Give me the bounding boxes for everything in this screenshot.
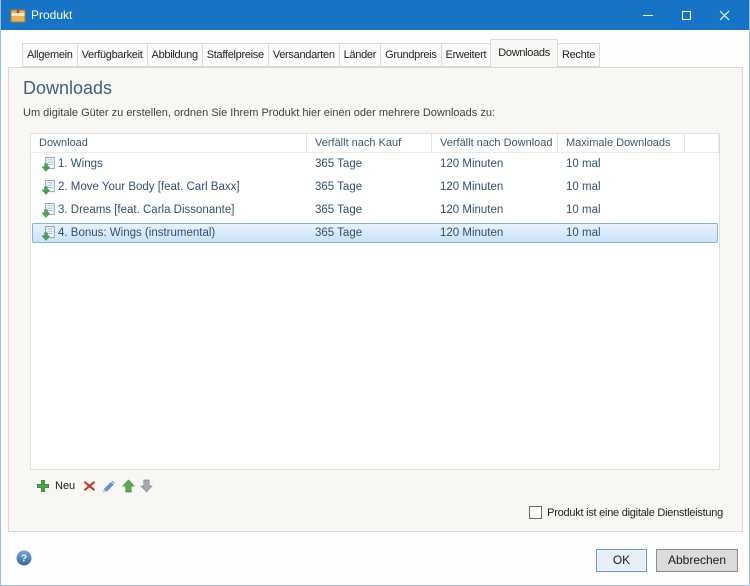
titlebar: Produkt <box>0 0 750 30</box>
download-file-icon <box>42 203 55 218</box>
tab-verfgbarkeit[interactable]: Verfügbarkeit <box>77 43 148 67</box>
maximize-button[interactable] <box>667 0 705 30</box>
list-toolbar: Neu <box>36 477 153 494</box>
download-file-icon <box>42 226 55 241</box>
tab-staffelpreise[interactable]: Staffelpreise <box>202 43 269 67</box>
digital-service-checkbox[interactable] <box>529 506 542 519</box>
tab-allgemein[interactable]: Allgemein <box>22 43 78 67</box>
tab-erweitert[interactable]: Erweitert <box>441 43 492 67</box>
svg-text:?: ? <box>21 554 27 565</box>
tab-versandarten[interactable]: Versandarten <box>268 43 340 67</box>
column-header-filler <box>685 134 719 153</box>
move-down-icon[interactable] <box>140 479 153 493</box>
cancel-button[interactable]: Abbrechen <box>656 549 738 572</box>
column-header-expires-after-purchase[interactable]: Verfällt nach Kauf <box>307 134 432 153</box>
column-header-expires-after-download[interactable]: Verfällt nach Download <box>432 134 558 153</box>
page-title: Downloads <box>23 78 112 99</box>
download-file-icon <box>42 180 55 195</box>
download-file-icon <box>42 157 55 172</box>
minimize-button[interactable] <box>629 0 667 30</box>
window-title: Produkt <box>31 0 72 30</box>
help-button[interactable]: ? <box>16 550 32 566</box>
column-header-download[interactable]: Download <box>31 134 307 153</box>
list-rows: 1. Wings 365 Tage 120 Minuten 10 mal 2. … <box>31 153 719 245</box>
delete-icon[interactable] <box>83 480 96 492</box>
tab-abbildung[interactable]: Abbildung <box>147 43 203 67</box>
product-dialog: Produkt AllgemeinVerfügbarkeitAbbildungS… <box>0 0 750 586</box>
move-up-icon[interactable] <box>122 479 135 493</box>
close-button[interactable] <box>705 0 743 30</box>
tab-grundpreis[interactable]: Grundpreis <box>380 43 441 67</box>
minimize-icon <box>643 15 653 16</box>
tab-strip: AllgemeinVerfügbarkeitAbbildungStaffelpr… <box>22 39 600 67</box>
list-item[interactable]: 3. Dreams [feat. Carla Dissonante] 365 T… <box>31 199 719 222</box>
tab-rechte[interactable]: Rechte <box>557 43 600 67</box>
edit-icon[interactable] <box>101 479 115 493</box>
tab-lnder[interactable]: Länder <box>339 43 381 67</box>
list-item[interactable]: 4. Bonus: Wings (instrumental) 365 Tage … <box>31 222 719 245</box>
digital-service-checkbox-row: Produkt ist eine digitale Dienstleistung <box>529 506 723 519</box>
list-header: Download Verfällt nach Kauf Verfällt nac… <box>31 134 719 153</box>
product-icon <box>10 7 26 23</box>
downloads-list[interactable]: Download Verfällt nach Kauf Verfällt nac… <box>30 133 720 470</box>
list-item[interactable]: 1. Wings 365 Tage 120 Minuten 10 mal <box>31 153 719 176</box>
column-header-max-downloads[interactable]: Maximale Downloads <box>558 134 685 153</box>
tab-downloads[interactable]: Downloads <box>490 39 558 67</box>
new-button[interactable]: Neu <box>55 480 75 492</box>
digital-service-label: Produkt ist eine digitale Dienstleistung <box>547 507 723 519</box>
page-description: Um digitale Güter zu erstellen, ordnen S… <box>23 107 495 119</box>
add-icon[interactable] <box>36 479 50 493</box>
maximize-icon <box>682 11 691 20</box>
close-icon <box>719 10 730 21</box>
list-item[interactable]: 2. Move Your Body [feat. Carl Baxx] 365 … <box>31 176 719 199</box>
ok-button[interactable]: OK <box>596 549 647 572</box>
